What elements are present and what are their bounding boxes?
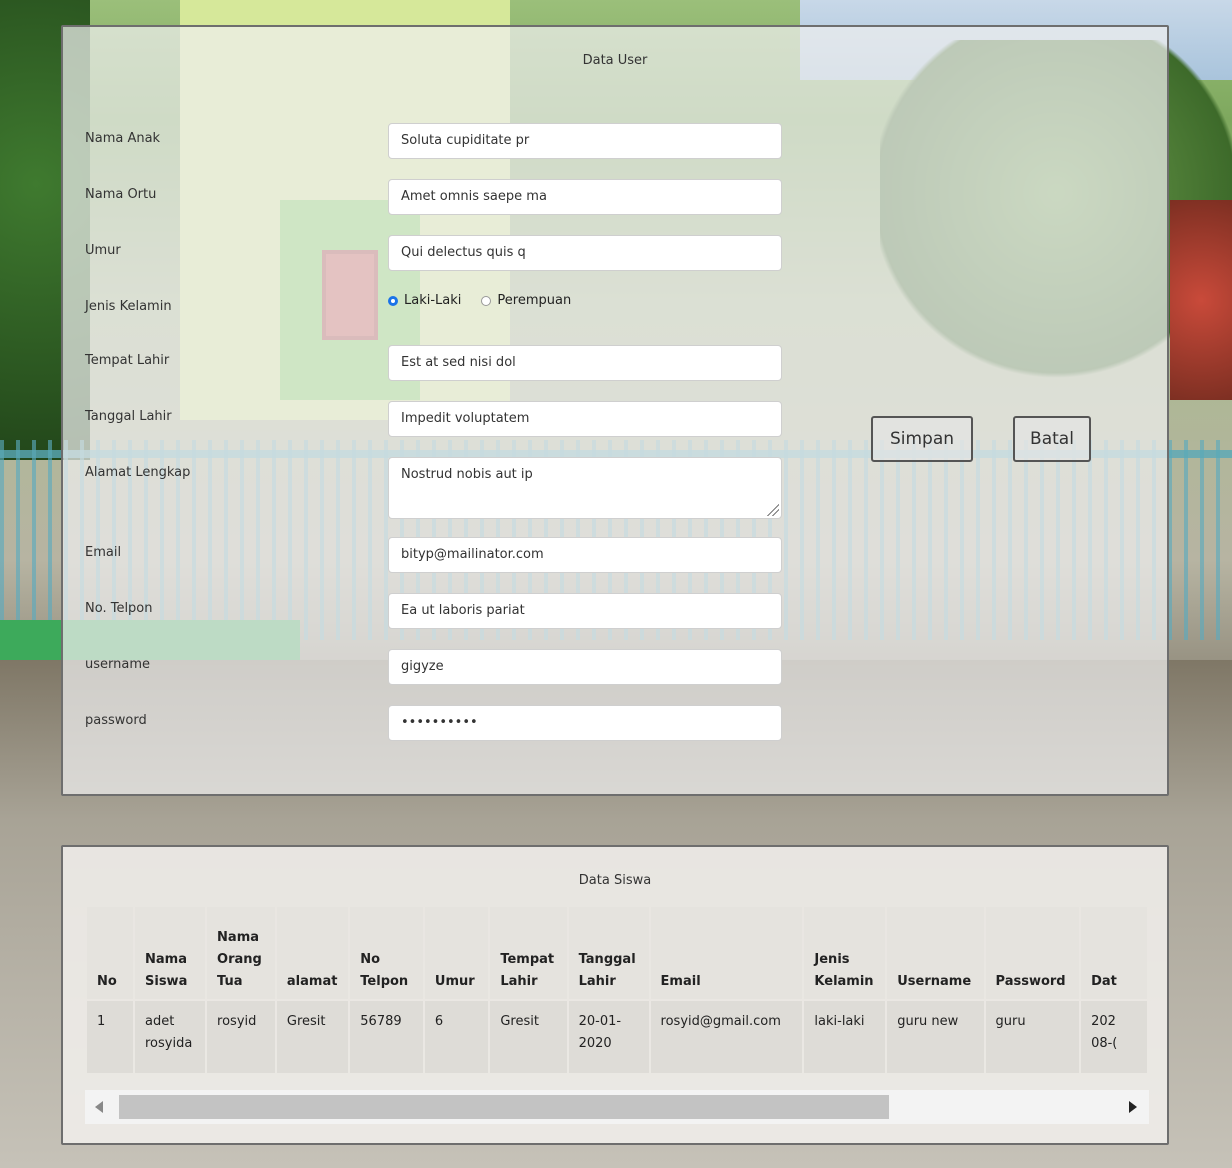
table-row: 1 adet rosyida rosyid Gresit 56789 6 Gre… bbox=[87, 1001, 1147, 1073]
cell-tanggal-lahir: 20-01-2020 bbox=[568, 1001, 649, 1073]
umur-input[interactable]: Qui delectus quis q bbox=[388, 235, 782, 271]
col-header-alamat: alamat bbox=[276, 907, 349, 999]
student-table-scroll-area[interactable]: No Nama Siswa Nama Orang Tua alamat No T… bbox=[85, 905, 1149, 1075]
label-username: username bbox=[85, 657, 150, 672]
col-header-email: Email bbox=[650, 907, 803, 999]
email-input[interactable]: bityp@mailinator.com bbox=[388, 537, 782, 573]
col-header-password: Password bbox=[985, 907, 1080, 999]
col-header-tempat-lahir: Tempat Lahir bbox=[490, 907, 567, 999]
col-header-username: Username bbox=[887, 907, 984, 999]
label-no-telpon: No. Telpon bbox=[85, 601, 153, 616]
col-header-dat: Dat bbox=[1081, 907, 1147, 999]
horizontal-scrollbar[interactable] bbox=[85, 1090, 1149, 1124]
password-input[interactable]: •••••••••• bbox=[388, 705, 782, 741]
label-nama-ortu: Nama Ortu bbox=[85, 187, 157, 202]
radio-laki-laki-label[interactable]: Laki-Laki bbox=[404, 293, 461, 308]
label-jenis-kelamin: Jenis Kelamin bbox=[85, 299, 172, 314]
alamat-lengkap-value: Nostrud nobis aut ip bbox=[401, 467, 533, 482]
cell-nama-siswa: adet rosyida bbox=[135, 1001, 206, 1073]
label-umur: Umur bbox=[85, 243, 121, 258]
cell-dat: 202 08-( bbox=[1081, 1001, 1147, 1073]
cell-umur: 6 bbox=[424, 1001, 489, 1073]
radio-laki-laki[interactable] bbox=[388, 295, 398, 306]
col-header-no: No bbox=[87, 907, 133, 999]
label-alamat-lengkap: Alamat Lengkap bbox=[85, 465, 191, 480]
cell-email: rosyid@gmail.com bbox=[650, 1001, 803, 1073]
no-telpon-input[interactable]: Ea ut laboris pariat bbox=[388, 593, 782, 629]
cancel-button[interactable]: Batal bbox=[1013, 416, 1091, 462]
col-header-tanggal-lahir: Tanggal Lahir bbox=[568, 907, 649, 999]
save-button[interactable]: Simpan bbox=[871, 416, 973, 462]
radio-perempuan[interactable] bbox=[481, 295, 492, 306]
table-header-row: No Nama Siswa Nama Orang Tua alamat No T… bbox=[87, 907, 1147, 999]
label-tempat-lahir: Tempat Lahir bbox=[85, 353, 170, 368]
user-form-title: Data User bbox=[582, 53, 648, 68]
student-table-panel: Data Siswa No Nama Siswa Nama Orang Tua … bbox=[61, 845, 1169, 1145]
col-header-no-telpon: No Telpon bbox=[350, 907, 423, 999]
cell-no-telpon: 56789 bbox=[350, 1001, 423, 1073]
scroll-left-arrow-icon[interactable] bbox=[95, 1101, 103, 1113]
cell-jenis-kelamin: laki-laki bbox=[804, 1001, 886, 1073]
tanggal-lahir-input[interactable]: Impedit voluptatem bbox=[388, 401, 782, 437]
col-header-nama-orang-tua: Nama Orang Tua bbox=[207, 907, 275, 999]
scroll-right-arrow-icon[interactable] bbox=[1129, 1101, 1137, 1113]
cell-username: guru new bbox=[887, 1001, 984, 1073]
label-email: Email bbox=[85, 545, 122, 560]
cell-tempat-lahir: Gresit bbox=[490, 1001, 567, 1073]
label-nama-anak: Nama Anak bbox=[85, 131, 161, 146]
cell-no: 1 bbox=[87, 1001, 133, 1073]
cell-alamat: Gresit bbox=[276, 1001, 349, 1073]
nama-ortu-input[interactable]: Amet omnis saepe ma bbox=[388, 179, 782, 215]
tempat-lahir-input[interactable]: Est at sed nisi dol bbox=[388, 345, 782, 381]
cell-nama-orang-tua: rosyid bbox=[207, 1001, 275, 1073]
gender-radio-group: Laki-Laki Perempuan bbox=[388, 293, 585, 308]
background-flowers bbox=[1170, 200, 1232, 400]
user-form-panel: Data User Nama Anak Soluta cupiditate pr… bbox=[61, 25, 1169, 796]
label-password: password bbox=[85, 713, 147, 728]
nama-anak-input[interactable]: Soluta cupiditate pr bbox=[388, 123, 782, 159]
resize-handle-icon[interactable] bbox=[767, 504, 779, 516]
cell-password: guru bbox=[985, 1001, 1080, 1073]
col-header-jenis-kelamin: Jenis Kelamin bbox=[804, 907, 886, 999]
col-header-umur: Umur bbox=[424, 907, 489, 999]
alamat-lengkap-textarea[interactable]: Nostrud nobis aut ip bbox=[388, 457, 782, 519]
radio-perempuan-label[interactable]: Perempuan bbox=[497, 293, 571, 308]
col-header-nama-siswa: Nama Siswa bbox=[135, 907, 206, 999]
student-table: No Nama Siswa Nama Orang Tua alamat No T… bbox=[85, 905, 1149, 1075]
scrollbar-thumb[interactable] bbox=[119, 1095, 889, 1119]
username-input[interactable]: gigyze bbox=[388, 649, 782, 685]
student-table-title: Data Siswa bbox=[578, 873, 652, 888]
label-tanggal-lahir: Tanggal Lahir bbox=[85, 409, 172, 424]
